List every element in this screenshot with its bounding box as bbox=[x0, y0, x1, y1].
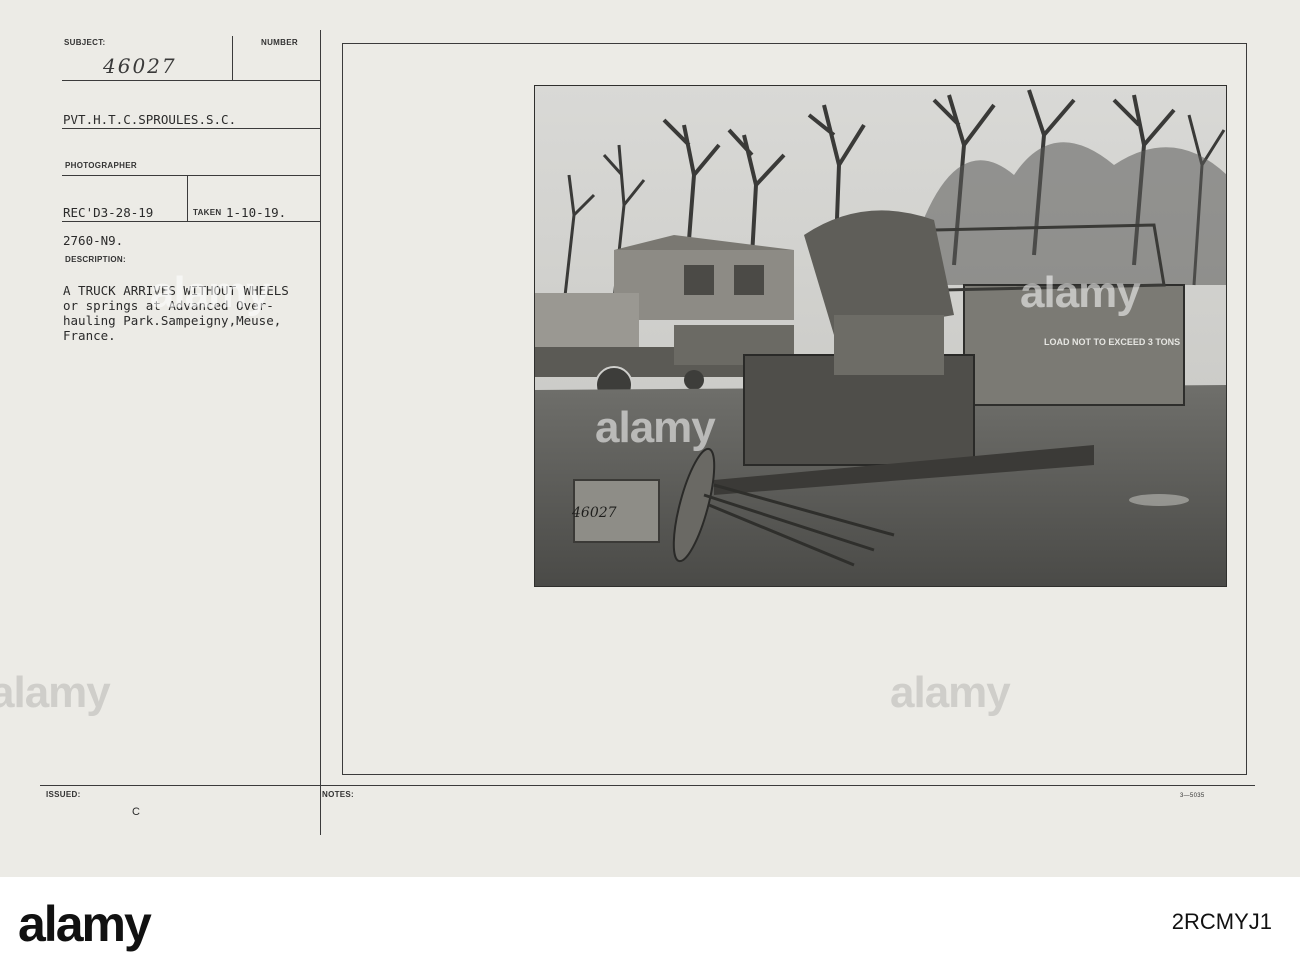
mount-frame-left bbox=[342, 43, 343, 774]
watermark-alamy: alamy bbox=[1020, 268, 1141, 317]
mount-frame-right bbox=[1246, 43, 1247, 774]
watermark-alamy: alamy bbox=[595, 403, 716, 452]
photographer-bottom-rule bbox=[62, 175, 320, 176]
left-column-divider bbox=[320, 30, 321, 835]
puddle bbox=[1129, 494, 1189, 506]
archive-record-card: SUBJECT: NUMBER 46027 PVT.H.T.C.SPROULES… bbox=[0, 0, 1300, 877]
bottom-rule bbox=[40, 785, 1255, 786]
photographer-rule bbox=[62, 128, 320, 129]
subject-rule bbox=[62, 80, 320, 81]
taken-label: TAKEN bbox=[193, 208, 222, 217]
mount-frame-bottom bbox=[342, 774, 1247, 775]
subject-number-divider bbox=[232, 36, 233, 80]
number-label: NUMBER bbox=[261, 38, 298, 47]
form-number: 3—5035 bbox=[1180, 793, 1205, 799]
dates-divider bbox=[187, 175, 188, 221]
building bbox=[614, 235, 794, 320]
image-id: 2RCMYJ1 bbox=[1171, 909, 1272, 934]
notes-label: NOTES: bbox=[322, 790, 355, 799]
truck-photograph: LOAD NOT TO EXCEED 3 TONS 46027 bbox=[534, 85, 1227, 587]
stock-footer: alamy 2RCMYJ1 bbox=[0, 877, 1300, 967]
subject-number: 46027 bbox=[103, 54, 177, 78]
watermark-alamy: alamy bbox=[890, 668, 1011, 717]
file-code: 2760-N9. bbox=[63, 233, 124, 248]
taken-date: 1-10-19. bbox=[226, 205, 287, 220]
issued-label: ISSUED: bbox=[46, 790, 81, 799]
watermark-alamy: alamy bbox=[0, 668, 111, 717]
mount-frame-top bbox=[342, 43, 1247, 44]
negative-number: 46027 bbox=[571, 505, 617, 521]
description-label: DESCRIPTION: bbox=[65, 255, 126, 264]
received-date: REC'D3-28-19 bbox=[63, 205, 154, 220]
alamy-logo: alamy bbox=[18, 896, 152, 952]
description-line: France. bbox=[63, 328, 116, 343]
watermark-alamy: alamy bbox=[150, 268, 271, 317]
issued-value: C bbox=[132, 806, 140, 818]
dates-rule bbox=[62, 221, 320, 222]
photographer-name: PVT.H.T.C.SPROULES.S.C. bbox=[63, 112, 237, 127]
photographer-label: PHOTOGRAPHER bbox=[65, 161, 137, 170]
subject-label: SUBJECT: bbox=[64, 38, 106, 47]
truck-sign: LOAD NOT TO EXCEED 3 TONS bbox=[1044, 337, 1180, 347]
